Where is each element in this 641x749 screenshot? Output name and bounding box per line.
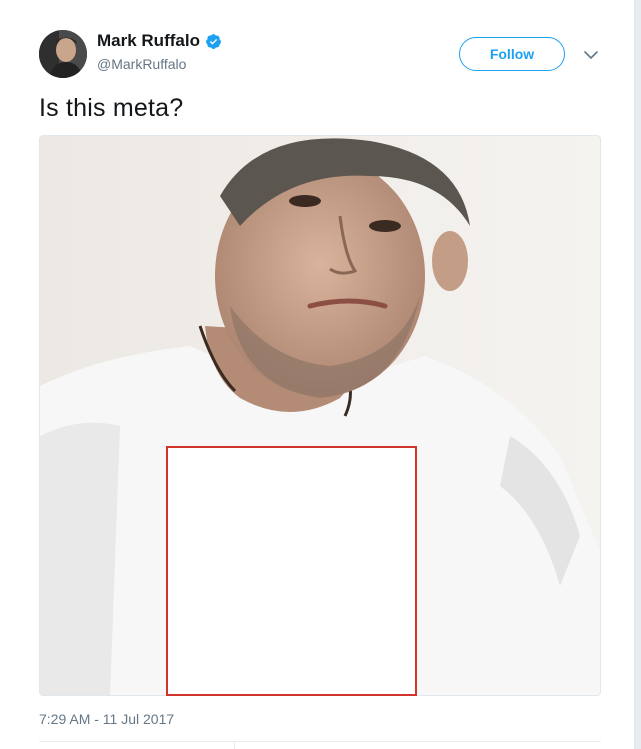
divider bbox=[234, 742, 235, 749]
avatar[interactable] bbox=[39, 30, 87, 78]
tweet-timestamp[interactable]: 7:29 AM - 11 Jul 2017 bbox=[39, 711, 174, 727]
redaction-box bbox=[166, 446, 417, 696]
avatar-photo-icon bbox=[39, 30, 87, 78]
verified-badge-icon bbox=[206, 33, 221, 49]
follow-button[interactable]: Follow bbox=[459, 37, 565, 71]
chevron-down-icon[interactable] bbox=[582, 46, 600, 64]
author-name[interactable]: Mark Ruffalo bbox=[97, 31, 200, 51]
tweet-text: Is this meta? bbox=[39, 94, 184, 122]
author-handle[interactable]: @MarkRuffalo bbox=[97, 56, 186, 72]
author-name-row[interactable]: Mark Ruffalo bbox=[97, 31, 222, 51]
tweet-card: Mark Ruffalo @MarkRuffalo Follow Is this… bbox=[0, 0, 640, 749]
scrollbar-track[interactable] bbox=[635, 0, 641, 749]
divider bbox=[39, 741, 601, 742]
